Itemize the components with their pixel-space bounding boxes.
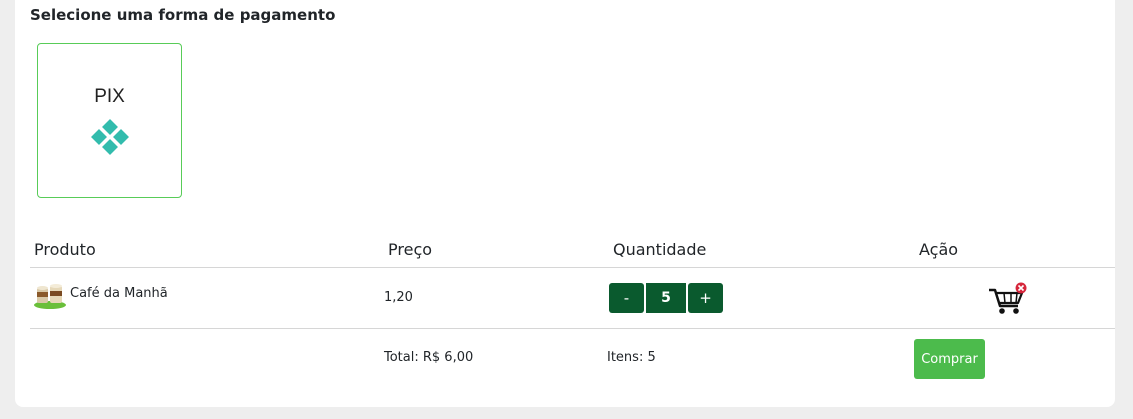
header-price: Preço <box>388 240 433 259</box>
total-label: Total: R$ 6,00 <box>384 350 474 365</box>
product-price: 1,20 <box>384 290 413 305</box>
header-quantity: Quantidade <box>613 240 707 259</box>
quantity-field[interactable] <box>645 283 687 313</box>
payment-option-pix[interactable]: PIX <box>37 43 182 198</box>
pix-logo-icon <box>89 116 131 158</box>
row-divider <box>30 328 1115 329</box>
header-divider <box>30 267 1115 268</box>
quantity-increase-button[interactable]: + <box>688 283 723 313</box>
payment-option-label: PIX <box>94 86 125 107</box>
buy-button[interactable]: Comprar <box>914 339 985 379</box>
quantity-decrease-button[interactable]: - <box>609 283 644 313</box>
checkout-panel: Selecione uma forma de pagamento PIX Pro… <box>15 0 1115 407</box>
product-name: Café da Manhã <box>70 286 168 301</box>
header-product: Produto <box>34 240 96 259</box>
payment-section-title: Selecione uma forma de pagamento <box>30 6 336 24</box>
cart-remove-icon[interactable] <box>987 282 1027 316</box>
items-count: Itens: 5 <box>607 350 656 365</box>
header-action: Ação <box>919 240 959 259</box>
coffee-cups-icon <box>34 284 66 309</box>
